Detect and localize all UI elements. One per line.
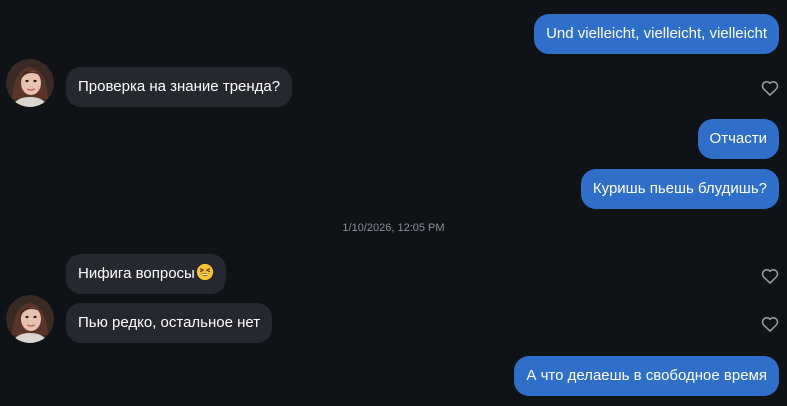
message-text: Проверка на знание тренда? (78, 78, 281, 95)
message-text: Отчасти (709, 130, 767, 147)
message-text: Нифига вопросы (78, 265, 195, 282)
outgoing-message-bubble[interactable]: Und vielleicht, vielleicht, vielleicht (534, 14, 779, 54)
heart-icon[interactable] (760, 266, 780, 286)
message-text: Und vielleicht, vielleicht, vielleicht (546, 25, 767, 42)
message-text: А что делаешь в свободное время (526, 367, 767, 384)
outgoing-message-bubble[interactable]: Отчасти (697, 119, 779, 159)
outgoing-message-bubble[interactable]: А что делаешь в свободное время (514, 356, 779, 396)
incoming-message-bubble[interactable]: Проверка на знание тренда? (66, 67, 293, 107)
heart-icon[interactable] (760, 314, 780, 334)
contact-avatar[interactable] (6, 59, 54, 107)
chat-thread: Und vielleicht, vielleicht, vielleicht П… (0, 0, 787, 406)
incoming-message-bubble[interactable]: Нифига вопросы (66, 254, 226, 294)
message-text: Пью редко, остальное нет (78, 314, 261, 331)
avatar-photo (6, 295, 54, 343)
contact-avatar[interactable] (6, 295, 54, 343)
message-timestamp: 1/10/2026, 12:05 PM (342, 222, 445, 234)
message-text: Куришь пьешь блудишь? (592, 180, 767, 197)
grinning-squinting-face-emoji-icon (196, 257, 214, 281)
outgoing-message-bubble[interactable]: Куришь пьешь блудишь? (580, 169, 779, 209)
incoming-message-bubble[interactable]: Пью редко, остальное нет (66, 303, 273, 343)
heart-icon[interactable] (760, 78, 780, 98)
avatar-photo (6, 59, 54, 107)
